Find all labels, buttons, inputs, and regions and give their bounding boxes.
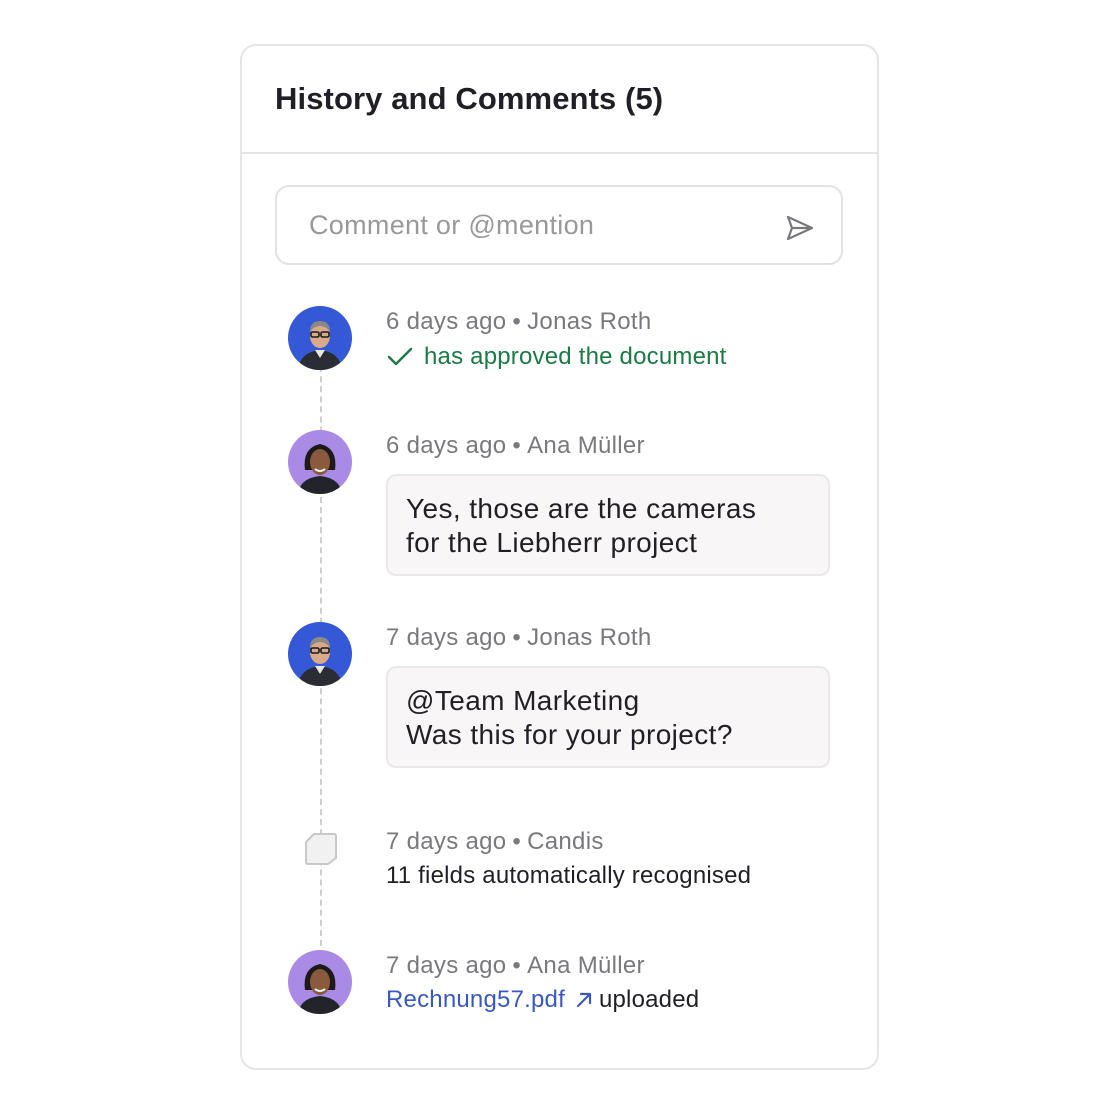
avatar-person-icon xyxy=(298,964,342,1014)
avatar-person-icon xyxy=(298,321,342,370)
system-action-text: 11 fields automatically recognised xyxy=(386,862,752,889)
separator: • xyxy=(512,624,522,651)
avatar-person-icon xyxy=(298,444,342,494)
entry-author: Ana Müller xyxy=(527,952,645,979)
approval-text: has approved the document xyxy=(424,343,727,370)
entry-time: 6 days ago xyxy=(386,308,507,335)
upload-line: Rechnung57.pdf uploaded xyxy=(386,986,699,1014)
comment-bubble: Yes, those are the cameras for the Liebh… xyxy=(386,474,830,576)
comment-input[interactable] xyxy=(309,209,783,241)
send-button[interactable] xyxy=(783,211,817,245)
document-icon xyxy=(305,833,337,865)
entry-meta: 7 days ago • Jonas Roth xyxy=(386,624,652,652)
approval-status: has approved the document xyxy=(386,343,727,371)
entry-author: Jonas Roth xyxy=(527,624,652,651)
avatar[interactable] xyxy=(288,622,352,686)
comment-bubble: @Team Marketing Was this for your projec… xyxy=(386,666,830,768)
avatar[interactable] xyxy=(288,950,352,1014)
separator: • xyxy=(512,952,522,979)
upload-action-text: uploaded xyxy=(598,986,700,1013)
entry-author: Candis xyxy=(527,828,604,855)
separator: • xyxy=(512,308,522,335)
comment-line: @Team Marketing xyxy=(406,685,640,716)
entry-meta: 6 days ago • Ana Müller xyxy=(386,432,645,460)
check-icon xyxy=(387,347,413,366)
entry-meta: 7 days ago • Candis xyxy=(386,828,604,856)
entry-time: 7 days ago xyxy=(386,952,507,979)
separator: • xyxy=(512,432,522,459)
separator: • xyxy=(512,828,522,855)
comment-line: for the Liebherr project xyxy=(406,527,698,558)
entry-time: 7 days ago xyxy=(386,624,507,651)
comment-box xyxy=(275,185,843,265)
comment-line: Was this for your project? xyxy=(406,719,733,750)
entry-meta: 6 days ago • Jonas Roth xyxy=(386,308,652,336)
arrow-up-right-icon[interactable] xyxy=(575,991,593,1009)
avatar[interactable] xyxy=(288,430,352,494)
history-comments-panel: History and Comments (5) 6 days ago•Jona… xyxy=(240,44,879,1070)
avatar-person-icon xyxy=(298,637,342,686)
entry-meta: 7 days ago • Ana Müller xyxy=(386,952,645,980)
panel-header: History and Comments (5) xyxy=(242,46,877,154)
file-link[interactable]: Rechnung57.pdf xyxy=(386,986,565,1014)
avatar[interactable] xyxy=(288,306,352,370)
entry-time: 7 days ago xyxy=(386,828,507,855)
entry-time: 6 days ago xyxy=(386,432,507,459)
send-icon xyxy=(786,215,814,241)
comment-line: Yes, those are the cameras xyxy=(406,493,757,524)
entry-author: Jonas Roth xyxy=(527,308,652,335)
entry-author: Ana Müller xyxy=(527,432,645,459)
panel-title: History and Comments (5) xyxy=(275,81,664,116)
